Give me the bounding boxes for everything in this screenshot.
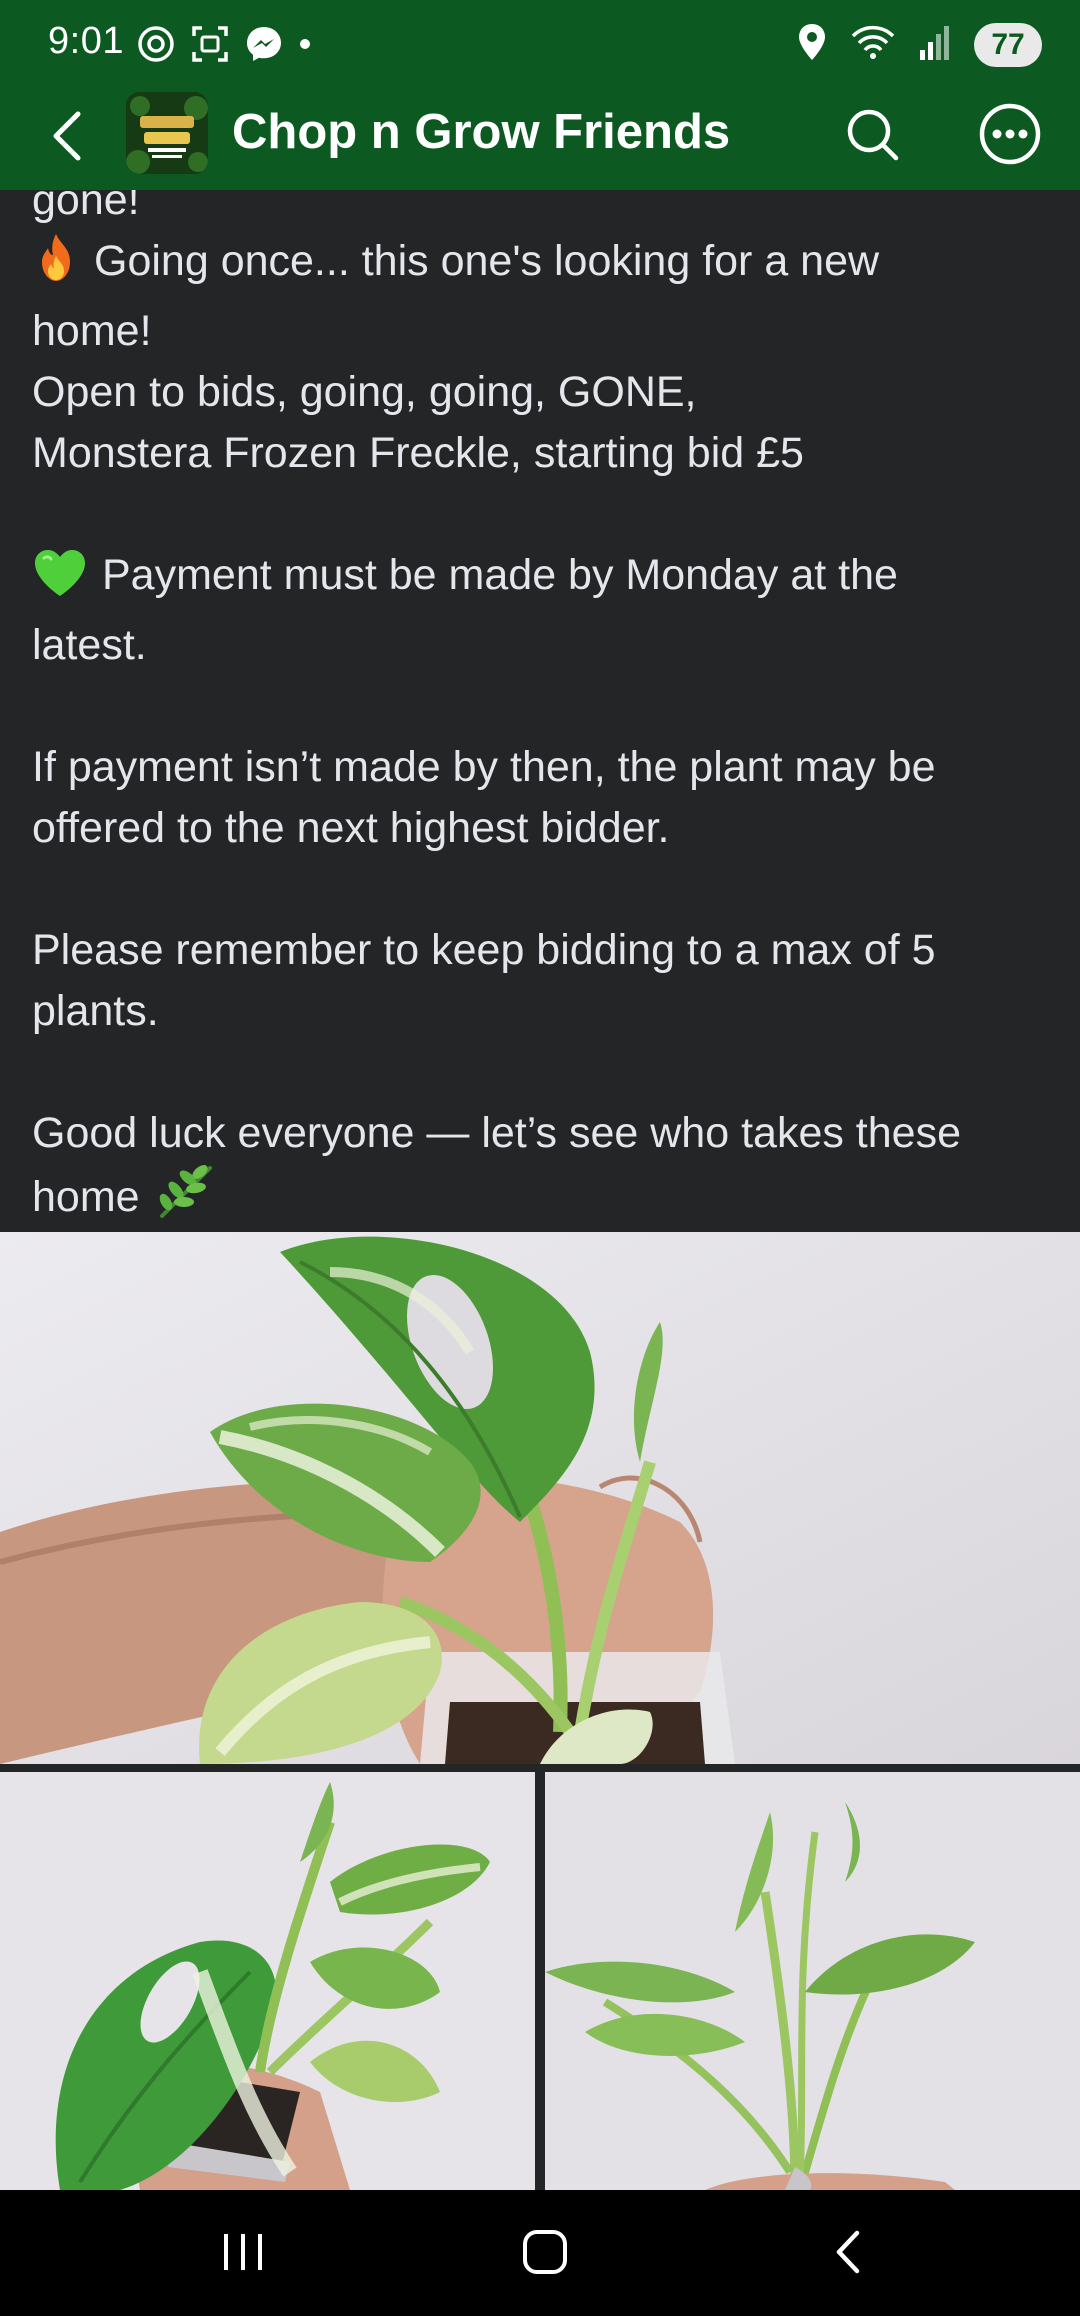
post-line: Going once... this one's looking for a n… — [32, 231, 1062, 301]
post-body: gone! Going once... this one's looking f… — [0, 190, 1080, 1232]
more-options-button[interactable] — [974, 98, 1046, 170]
app-bar: Chop n Grow Friends — [0, 90, 1080, 190]
post-line: If payment isn’t made by then, the plant… — [32, 743, 936, 791]
threads-icon — [136, 24, 176, 69]
herb-icon — [156, 1164, 216, 1232]
post-line: gone! — [32, 190, 140, 224]
screenshot-icon — [190, 24, 230, 69]
search-icon — [847, 109, 899, 161]
photo-divider — [0, 1764, 1080, 1772]
nav-back-button[interactable] — [804, 2212, 894, 2292]
dot-icon — [298, 37, 312, 56]
recent-apps-button[interactable] — [198, 2212, 288, 2292]
more-options-icon — [979, 103, 1041, 165]
battery-icon: 77 — [974, 22, 1042, 67]
back-arrow-icon — [53, 111, 81, 161]
status-icons-left — [136, 24, 312, 69]
photo-gutter — [535, 1772, 545, 2190]
post-line: Payment must be made by Monday at the — [32, 545, 1062, 615]
back-button[interactable] — [36, 104, 100, 168]
post-line: offered to the next highest bidder. — [32, 804, 670, 852]
system-nav-bar — [0, 2190, 1080, 2316]
post-line: plants. — [32, 987, 159, 1035]
location-icon — [796, 22, 828, 67]
monstera-plant-photo — [545, 1772, 1080, 2190]
messenger-icon — [244, 24, 284, 69]
recent-apps-icon — [224, 2234, 262, 2270]
post-line: Open to bids, going, going, GONE, — [32, 368, 697, 416]
monstera-plant-photo — [0, 1772, 535, 2190]
post-text: gone! Going once... this one's looking f… — [32, 190, 1062, 1232]
app-header: 9:01 77 Chop n Grow Friends — [0, 0, 1080, 190]
group-title[interactable]: Chop n Grow Friends — [232, 104, 730, 160]
fire-icon — [32, 232, 80, 301]
post-line: Monstera Frozen Freckle, starting bid £5 — [32, 429, 804, 477]
post-line: home! — [32, 307, 152, 355]
photo-right[interactable] — [545, 1772, 1080, 2190]
status-icons-right: 77 — [796, 22, 1042, 67]
photo-main[interactable] — [0, 1232, 1080, 1764]
post-line: Please remember to keep bidding to a max… — [32, 926, 936, 974]
green-heart-icon — [32, 548, 88, 615]
signal-icon — [918, 22, 952, 67]
post-line: latest. — [32, 621, 147, 669]
wifi-icon — [850, 22, 896, 67]
post-line: Good luck everyone — let’s see who takes… — [32, 1109, 961, 1157]
status-time: 9:01 — [48, 20, 124, 62]
group-avatar[interactable] — [126, 92, 208, 174]
nav-back-icon — [836, 2230, 860, 2274]
monstera-plant-photo — [0, 1232, 1080, 1764]
post-line: home — [32, 1164, 1062, 1232]
home-button[interactable] — [500, 2212, 590, 2292]
group-logo-icon — [126, 92, 208, 174]
photo-left[interactable] — [0, 1772, 535, 2190]
home-icon — [523, 2230, 567, 2274]
status-bar: 9:01 77 — [0, 0, 1080, 90]
search-button[interactable] — [838, 100, 908, 170]
